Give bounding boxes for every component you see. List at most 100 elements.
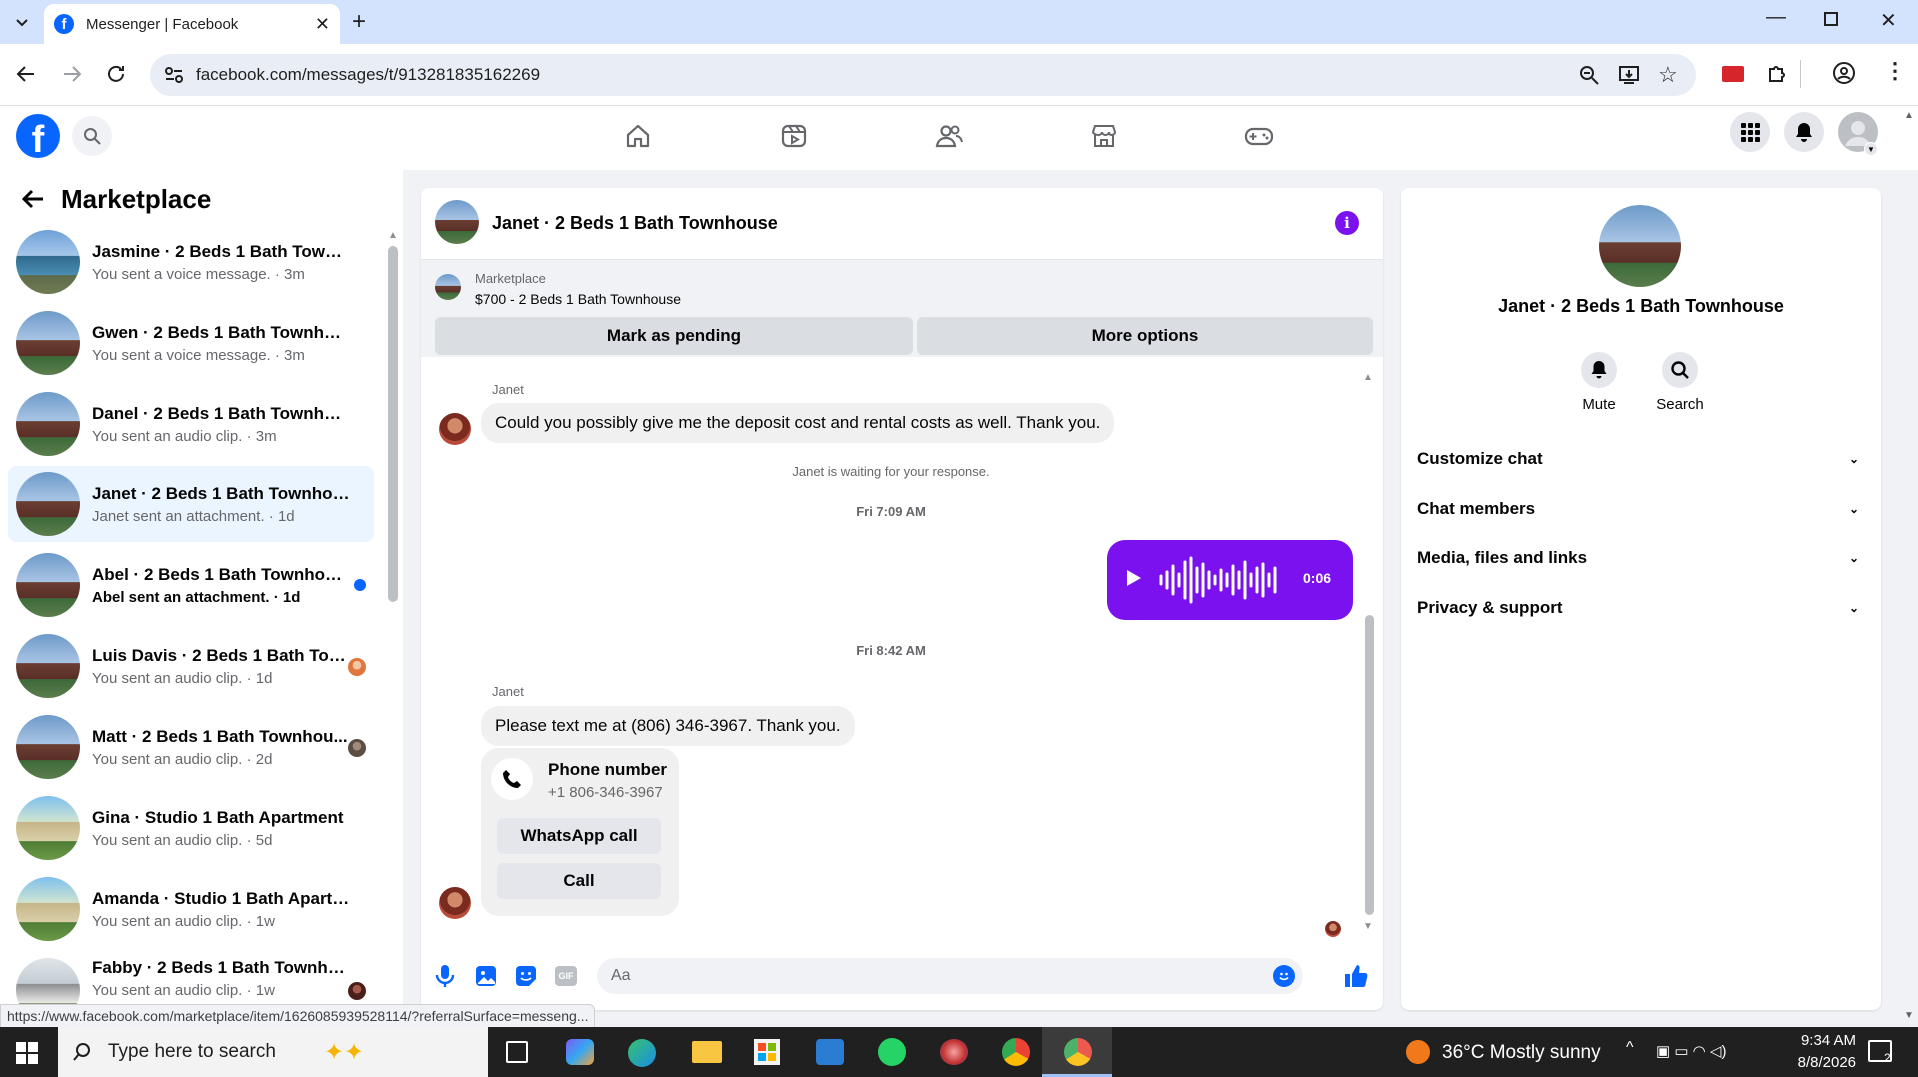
media-files-links-section[interactable]: Media, files and links ⌄ (1417, 534, 1865, 582)
listing-title[interactable]: $700 - 2 Beds 1 Bath Townhouse (475, 291, 681, 307)
chat-members-section[interactable]: Chat members ⌄ (1417, 485, 1865, 533)
back-icon[interactable] (14, 62, 38, 86)
mute-label[interactable]: Mute (1565, 396, 1633, 413)
emoji-icon[interactable] (1273, 965, 1295, 987)
unread-dot-icon (354, 579, 366, 591)
notifications-bell-icon[interactable] (1784, 112, 1824, 152)
chat-scrollbar[interactable] (1365, 615, 1374, 915)
conversation-item[interactable]: Matt · 2 Beds 1 Bath Townhou... You sent … (8, 709, 374, 785)
forward-icon[interactable] (60, 62, 84, 86)
conversation-item-active[interactable]: Janet · 2 Beds 1 Bath Townhouse Janet sen… (8, 466, 374, 542)
message-input-placeholder: Aa (611, 967, 631, 984)
extensions-puzzle-icon[interactable] (1766, 61, 1790, 85)
call-button[interactable]: Call (497, 863, 661, 899)
page-scroll-up-icon[interactable]: ▲ (1904, 110, 1914, 121)
microsoft-store-icon[interactable] (754, 1039, 780, 1065)
clock-time[interactable]: 9:34 AM (1776, 1032, 1856, 1049)
microphone-icon[interactable] (435, 964, 455, 988)
attach-photo-icon[interactable] (475, 965, 497, 987)
address-bar[interactable]: facebook.com/messages/t/913281835162269 … (150, 54, 1696, 96)
minimize-icon[interactable]: — (1766, 6, 1786, 29)
chrome-menu-icon[interactable]: ⋮ (1884, 58, 1906, 84)
menu-grid-icon[interactable] (1730, 112, 1770, 152)
conversation-item[interactable]: Gwen · 2 Beds 1 Bath Townhouse You sent a… (8, 305, 374, 381)
conversation-item[interactable]: Luis Davis · 2 Beds 1 Bath Tow... You sen… (8, 628, 374, 704)
back-arrow-icon[interactable] (20, 186, 46, 212)
chat-title[interactable]: Janet · 2 Beds 1 Bath Townhouse (492, 213, 778, 234)
tab-search-icon[interactable] (12, 12, 32, 32)
taskbar-search-icon (72, 1042, 92, 1062)
search-icon[interactable] (72, 116, 112, 156)
chat-avatar[interactable] (435, 200, 479, 244)
mute-bell-icon[interactable] (1581, 352, 1617, 388)
windows-start-icon[interactable] (16, 1042, 38, 1064)
file-explorer-icon[interactable] (692, 1041, 722, 1063)
whatsapp-icon[interactable] (878, 1038, 906, 1066)
extension-red-icon[interactable] (1722, 66, 1744, 82)
mark-as-pending-button[interactable]: Mark as pending (435, 317, 913, 355)
marketplace-icon[interactable] (1090, 122, 1118, 150)
page-scroll-down-icon[interactable]: ▼ (1904, 1010, 1914, 1021)
copilot-icon[interactable] (566, 1039, 594, 1065)
play-icon[interactable] (1125, 568, 1143, 588)
weather-icon[interactable] (1406, 1040, 1430, 1064)
zoom-icon[interactable] (1578, 64, 1600, 86)
chevron-up-icon[interactable]: ^ (1626, 1039, 1634, 1057)
account-chevron-icon[interactable]: ▼ (1864, 142, 1878, 156)
search-label[interactable]: Search (1646, 396, 1714, 413)
restore-icon[interactable] (1824, 12, 1838, 26)
close-window-icon[interactable]: ✕ (1880, 8, 1897, 33)
chrome-profile-icon[interactable] (1002, 1038, 1030, 1066)
friends-icon[interactable] (934, 122, 964, 150)
weather-text[interactable]: 36°C Mostly sunny (1442, 1042, 1601, 1064)
facebook-logo-icon[interactable]: f (16, 114, 60, 158)
conversation-item[interactable]: Danel · 2 Beds 1 Bath Townhouse You sent … (8, 386, 374, 462)
browser-tab[interactable]: f Messenger | Facebook ✕ (44, 4, 340, 44)
message-input[interactable]: Aa (597, 958, 1303, 994)
outlook-icon[interactable] (816, 1039, 844, 1065)
taskbar-search-box[interactable]: Type here to search ✦✦ (58, 1027, 488, 1077)
details-name[interactable]: Janet · 2 Beds 1 Bath Townhouse (1401, 296, 1881, 317)
search-conversation-icon[interactable] (1662, 352, 1698, 388)
outgoing-audio-message[interactable]: 0:06 (1107, 540, 1353, 620)
details-avatar[interactable] (1599, 205, 1681, 287)
conversation-name: Fabby · 2 Beds 1 Bath Townho... (92, 958, 350, 977)
conversation-item[interactable]: Fabby · 2 Beds 1 Bath Townho... You sent … (8, 952, 374, 1012)
edge-icon[interactable] (628, 1039, 656, 1067)
profile-icon[interactable] (1832, 61, 1856, 85)
tab-close-icon[interactable]: ✕ (315, 14, 330, 35)
chat-scroll-down-icon[interactable]: ▼ (1363, 921, 1373, 932)
chat-details-panel: Janet · 2 Beds 1 Bath Townhouse Mute Sea… (1401, 188, 1881, 1010)
clock-date[interactable]: 8/8/2026 (1776, 1054, 1856, 1071)
url-text[interactable]: facebook.com/messages/t/913281835162269 (196, 65, 540, 85)
reload-icon[interactable] (104, 62, 128, 86)
info-icon[interactable]: i (1335, 211, 1359, 235)
tray-icons[interactable]: ▣ ▭ ◠ ◁) (1656, 1042, 1726, 1060)
gif-icon[interactable]: GIF (555, 966, 577, 986)
chat-scroll-up-icon[interactable]: ▲ (1363, 372, 1373, 383)
bookmark-star-icon[interactable]: ☆ (1658, 62, 1678, 88)
gaming-icon[interactable] (1244, 122, 1274, 150)
privacy-support-section[interactable]: Privacy & support ⌄ (1417, 584, 1865, 632)
home-icon[interactable] (624, 122, 652, 150)
scroll-up-icon[interactable]: ▲ (388, 230, 398, 241)
conversation-item[interactable]: Abel · 2 Beds 1 Bath Townhouse Abel sent … (8, 547, 374, 623)
more-options-button[interactable]: More options (917, 317, 1373, 355)
facebook-favicon-icon: f (54, 14, 74, 34)
conversation-item[interactable]: Amanda · Studio 1 Bath Apartm... You sent… (8, 871, 374, 947)
janet-avatar[interactable] (439, 887, 471, 919)
customize-chat-section[interactable]: Customize chat ⌄ (1417, 435, 1865, 483)
app-icon[interactable] (940, 1039, 968, 1065)
video-icon[interactable] (780, 122, 808, 150)
sticker-icon[interactable] (515, 965, 537, 987)
conversation-item[interactable]: Gina · Studio 1 Bath Apartment You sent a… (8, 790, 374, 866)
task-view-icon[interactable] (506, 1041, 528, 1063)
site-info-icon[interactable] (164, 66, 184, 84)
install-app-icon[interactable] (1618, 64, 1640, 86)
new-tab-icon[interactable]: + (352, 8, 366, 36)
sidebar-scrollbar[interactable] (388, 246, 398, 602)
like-thumbs-up-icon[interactable] (1343, 963, 1369, 989)
whatsapp-call-button[interactable]: WhatsApp call (497, 818, 661, 854)
janet-avatar[interactable] (439, 413, 471, 445)
conversation-item[interactable]: Jasmine · 2 Beds 1 Bath Townho... You sen… (8, 224, 374, 300)
